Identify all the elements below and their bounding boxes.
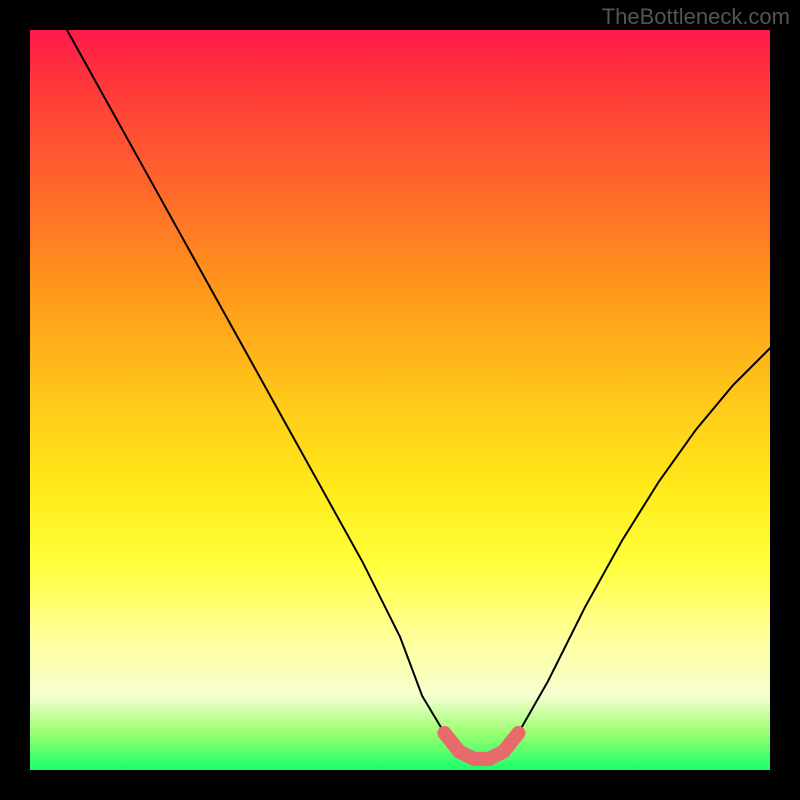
chart-svg — [30, 30, 770, 770]
bottleneck-curve-line — [67, 30, 770, 759]
highlight-band-line — [444, 733, 518, 759]
chart-plot-area — [30, 30, 770, 770]
watermark-text: TheBottleneck.com — [602, 4, 790, 30]
